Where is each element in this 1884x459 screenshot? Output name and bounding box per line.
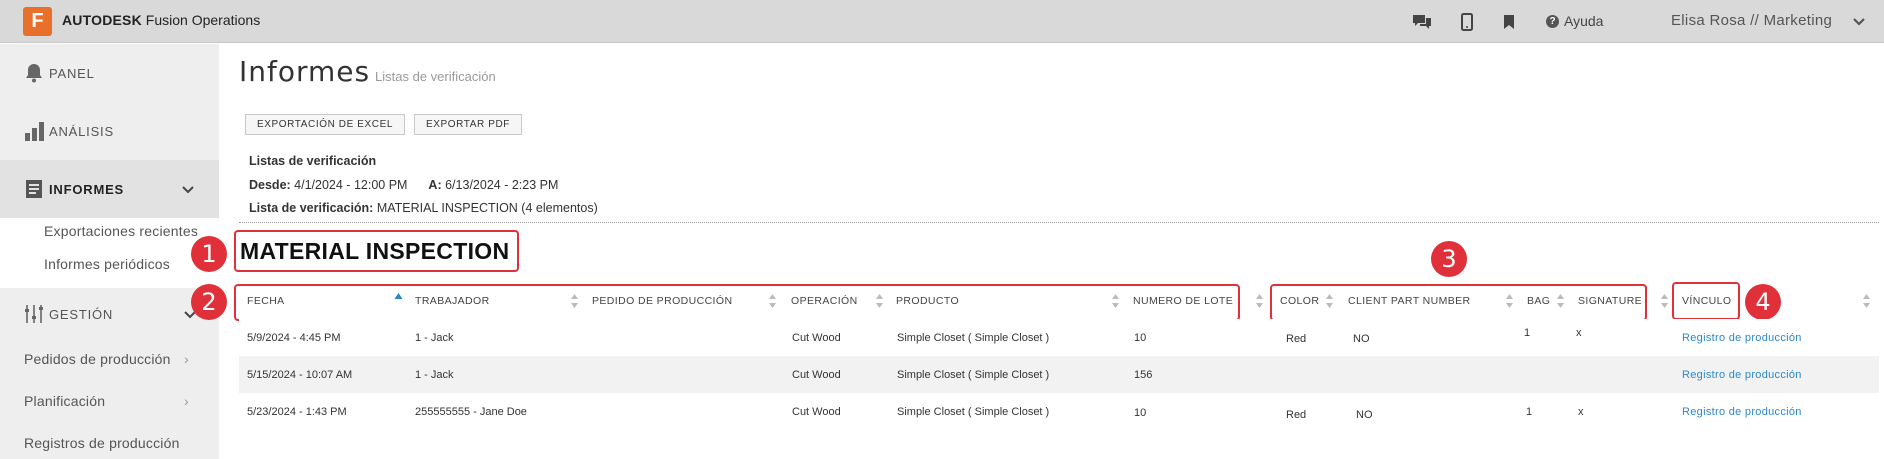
annotation-badge-2: 2 [191, 284, 227, 320]
cell-color: Red [1286, 333, 1307, 345]
annotation-box-1 [234, 230, 519, 272]
date-range: Desde: 4/1/2024 - 12:00 PM A: 6/13/2024 … [249, 178, 559, 192]
divider [239, 222, 1879, 223]
sidebar-subitem-exportaciones[interactable]: Exportaciones recientes [44, 223, 198, 239]
column-header-color[interactable]: COLOR [1280, 295, 1319, 307]
production-record-link[interactable]: Registro de producción [1682, 369, 1802, 381]
cell-lote: 10 [1134, 332, 1147, 344]
sidebar-item-gestion[interactable]: GESTIÓN [0, 285, 219, 343]
sort-icon[interactable] [1660, 292, 1669, 310]
cell-lote: 10 [1134, 407, 1147, 419]
checklist-info: Lista de verificación: MATERIAL INSPECTI… [249, 201, 598, 215]
column-header-vinculo[interactable]: VÍNCULO [1682, 295, 1731, 307]
table-row: 5/9/2024 - 4:45 PM 1 - Jack Cut Wood Sim… [239, 319, 1879, 356]
chevron-down-icon[interactable] [182, 182, 194, 197]
sidebar-item-analisis[interactable]: ANÁLISIS [0, 102, 219, 160]
annotation-badge-4: 4 [1745, 284, 1781, 320]
column-header-operacion[interactable]: OPERACIÓN [791, 295, 858, 307]
export-excel-button[interactable]: EXPORTACIÓN DE EXCEL [245, 114, 405, 135]
bar-chart-icon [23, 120, 45, 142]
column-header-producto[interactable]: PRODUCTO [896, 295, 959, 307]
cell-bag: 1 [1524, 327, 1531, 339]
sort-icon[interactable] [1556, 292, 1565, 310]
sidebar-subitem-planificacion[interactable]: Planificación › [24, 393, 189, 409]
sidebar-subitem-pedidos[interactable]: Pedidos de producción › [24, 351, 189, 367]
sort-icon[interactable] [1325, 292, 1334, 310]
annotation-badge-3: 3 [1431, 241, 1467, 277]
sidebar-subitem-informes-periodicos[interactable]: Informes periódicos [44, 256, 170, 272]
column-header-trabajador[interactable]: TRABAJADOR [415, 295, 490, 307]
cell-producto: Simple Closet ( Simple Closet ) [897, 406, 1050, 418]
page-subtitle: Listas de verificación [375, 69, 496, 84]
cell-fecha: 5/23/2024 - 1:43 PM [247, 406, 347, 418]
brand-name: AUTODESK Fusion Operations [62, 12, 261, 28]
bookmark-icon[interactable] [1498, 11, 1520, 33]
mobile-icon[interactable] [1456, 11, 1478, 33]
column-header-fecha[interactable]: FECHA [247, 295, 285, 307]
sort-icon[interactable] [1111, 292, 1120, 310]
cell-client-part: NO [1356, 409, 1373, 421]
sort-icon[interactable] [1255, 292, 1264, 310]
column-header-pedido[interactable]: PEDIDO DE PRODUCCIÓN [592, 295, 732, 307]
sort-asc-icon[interactable] [394, 292, 403, 310]
chevron-down-icon[interactable] [1852, 14, 1866, 32]
cell-client-part: NO [1353, 333, 1370, 345]
sort-icon[interactable] [768, 292, 777, 310]
cell-lote: 156 [1134, 369, 1153, 381]
report-icon [23, 178, 45, 200]
cell-trabajador: 255555555 - Jane Doe [415, 406, 527, 418]
sidebar-item-informes[interactable]: INFORMES [0, 160, 219, 218]
cell-fecha: 5/15/2024 - 10:07 AM [247, 369, 353, 381]
bell-icon [23, 62, 45, 84]
user-menu[interactable]: Elisa Rosa // Marketing [1671, 12, 1832, 29]
export-pdf-button[interactable]: EXPORTAR PDF [414, 114, 522, 135]
help-button[interactable]: ? Ayuda [1546, 13, 1603, 29]
page-title: Informes [239, 55, 371, 88]
cell-fecha: 5/9/2024 - 4:45 PM [247, 332, 341, 344]
report-heading: Listas de verificación [249, 154, 377, 168]
column-header-bag[interactable]: BAG [1527, 295, 1550, 307]
sidebar-item-panel[interactable]: PANEL [0, 44, 219, 102]
annotation-badge-1: 1 [191, 236, 227, 272]
cell-producto: Simple Closet ( Simple Closet ) [897, 369, 1050, 381]
sort-icon[interactable] [1505, 292, 1514, 310]
table-row: 5/23/2024 - 1:43 PM 255555555 - Jane Doe… [239, 393, 1879, 430]
cell-operacion: Cut Wood [792, 369, 841, 381]
annotation-box-2 [234, 284, 1240, 321]
top-bar: F AUTODESK Fusion Operations ? Ayuda Eli… [0, 0, 1884, 43]
sort-icon[interactable] [875, 292, 884, 310]
production-record-link[interactable]: Registro de producción [1682, 406, 1802, 418]
cell-producto: Simple Closet ( Simple Closet ) [897, 332, 1050, 344]
sliders-icon [23, 303, 45, 325]
table-row: 5/15/2024 - 10:07 AM 1 - Jack Cut Wood S… [239, 356, 1879, 393]
cell-operacion: Cut Wood [792, 332, 841, 344]
sort-icon[interactable] [1862, 292, 1871, 310]
cell-color: Red [1286, 409, 1307, 421]
column-header-signature[interactable]: SIGNATURE [1578, 295, 1642, 307]
sidebar-subitem-registros[interactable]: Registros de producción [24, 435, 180, 451]
sort-icon[interactable] [570, 292, 579, 310]
cell-operacion: Cut Wood [792, 406, 841, 418]
cell-signature: x [1576, 327, 1582, 339]
column-header-client-part[interactable]: CLIENT PART NUMBER [1348, 295, 1471, 307]
column-header-lote[interactable]: NUMERO DE LOTE [1133, 295, 1233, 307]
help-label: Ayuda [1564, 13, 1604, 29]
cell-trabajador: 1 - Jack [415, 332, 454, 344]
chat-icon[interactable] [1411, 11, 1433, 33]
chevron-right-icon: › [184, 393, 189, 409]
cell-signature: x [1578, 406, 1584, 418]
sidebar: PANEL ANÁLISIS INFORMES Exportaciones re… [0, 44, 219, 459]
cell-trabajador: 1 - Jack [415, 369, 454, 381]
production-record-link[interactable]: Registro de producción [1682, 332, 1802, 344]
cell-bag: 1 [1526, 406, 1533, 418]
fusion-logo-icon[interactable]: F [23, 7, 52, 36]
chevron-right-icon: › [184, 351, 189, 367]
help-icon: ? [1546, 14, 1559, 28]
